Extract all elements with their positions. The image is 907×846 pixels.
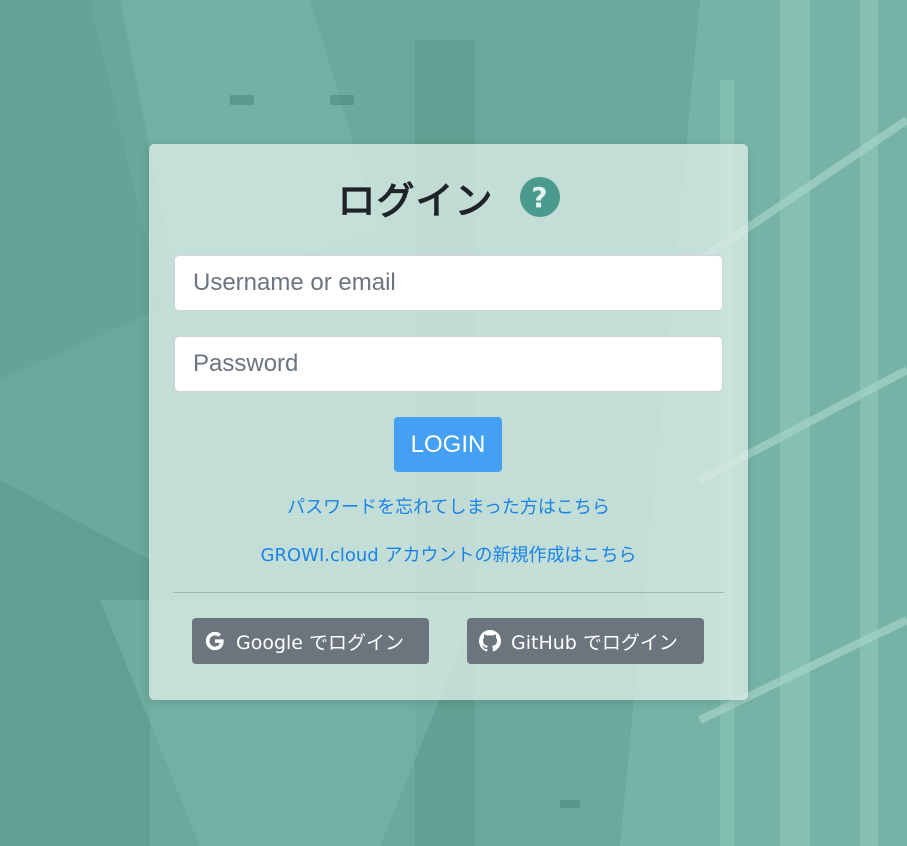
create-account-link[interactable]: GROWI.cloud アカウントの新規作成はこちら xyxy=(149,541,748,567)
login-card: ログイン ? LOGIN パスワードを忘れてしまった方はこちら GROWI.cl… xyxy=(149,144,748,700)
google-icon xyxy=(204,630,226,652)
google-login-button[interactable]: Google でログイン xyxy=(192,618,429,664)
question-circle-icon[interactable]: ? xyxy=(519,177,560,217)
github-icon xyxy=(479,630,501,652)
login-title: ログイン xyxy=(337,178,494,223)
title-row: ログイン ? xyxy=(149,174,748,223)
login-button[interactable]: LOGIN xyxy=(394,417,502,472)
forgot-password-link[interactable]: パスワードを忘れてしまった方はこちら xyxy=(149,493,748,519)
divider xyxy=(173,592,724,593)
password-input[interactable] xyxy=(174,336,723,392)
username-input[interactable] xyxy=(174,255,723,311)
github-login-label: GitHub でログイン xyxy=(511,631,678,654)
google-login-label: Google でログイン xyxy=(236,631,405,654)
github-login-button[interactable]: GitHub でログイン xyxy=(467,618,704,664)
